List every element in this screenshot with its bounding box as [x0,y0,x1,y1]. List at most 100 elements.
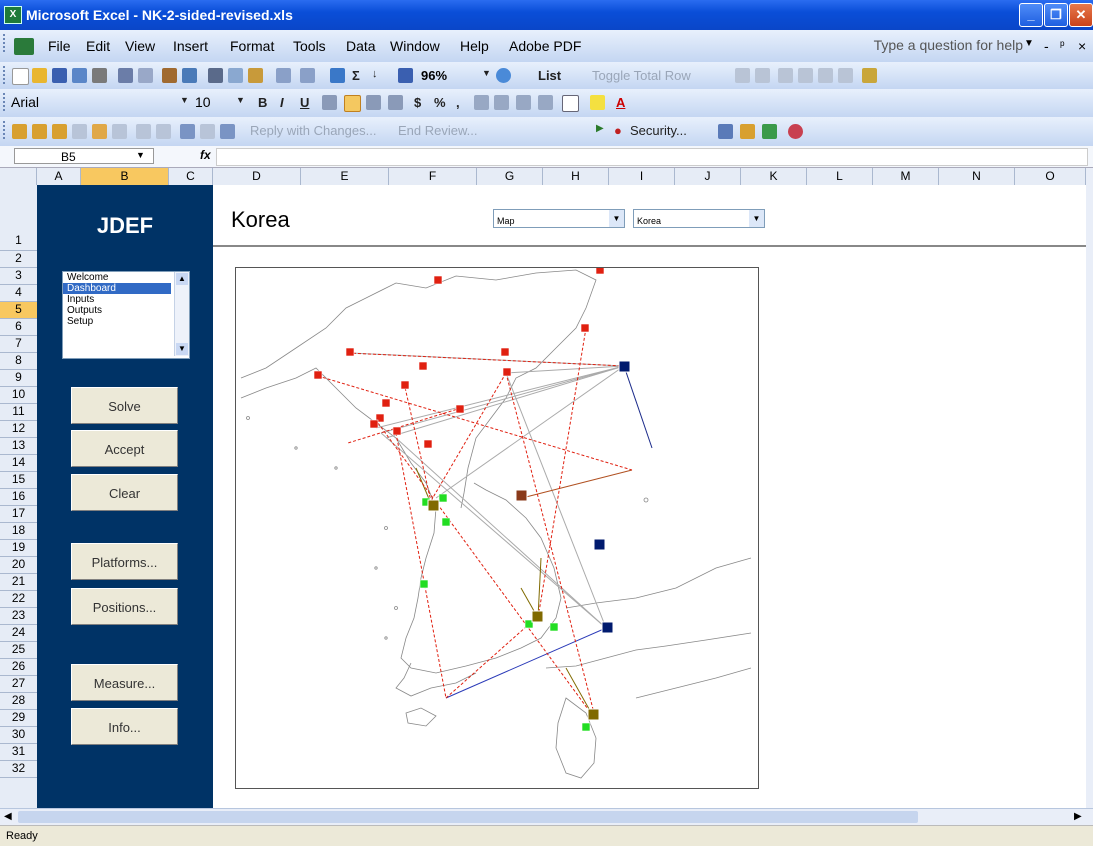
tools-icon-4[interactable] [788,124,803,139]
tools-icon-2[interactable] [740,124,755,139]
excel-app-icon[interactable]: X [4,6,22,24]
open-icon[interactable] [32,68,47,83]
security-button[interactable]: Security... [630,123,687,138]
review-icon-5[interactable] [92,124,107,139]
row-header[interactable]: 22 [0,591,37,608]
review-icon-8[interactable] [156,124,171,139]
col-header[interactable]: J [675,168,741,185]
col-header[interactable]: A [37,168,81,185]
tools-icon-3[interactable] [762,124,777,139]
decrease-decimal-icon[interactable] [494,95,509,110]
doc-close-button[interactable]: × [1078,38,1086,54]
font-size-dropdown-icon[interactable]: ▼ [236,95,245,105]
site-marker[interactable] [381,398,391,408]
tools-icon-1[interactable] [718,124,733,139]
align-left-icon[interactable] [322,95,337,110]
help-dropdown-icon[interactable]: ▼ [1024,38,1034,49]
site-marker[interactable] [595,265,605,275]
site-marker[interactable] [392,426,402,436]
col-header[interactable]: K [741,168,807,185]
toggle-total-row-button[interactable]: Toggle Total Row [592,68,691,83]
row-header[interactable]: 18 [0,523,37,540]
list-tool-icon-1[interactable] [735,68,750,83]
decrease-indent-icon[interactable] [516,95,531,110]
col-header[interactable]: C [169,168,213,185]
paste-icon[interactable] [248,68,263,83]
nav-item-welcome[interactable]: Welcome [63,272,171,283]
spelling-icon[interactable] [162,68,177,83]
positions-button[interactable]: Positions... [71,588,178,625]
menu-file[interactable]: File [48,38,71,54]
email-icon[interactable] [92,68,107,83]
row-header[interactable]: 13 [0,438,37,455]
site-marker[interactable] [423,439,433,449]
site-marker[interactable] [549,622,559,632]
site-marker[interactable] [601,621,614,634]
site-marker[interactable] [531,610,544,623]
print-preview-icon[interactable] [138,68,153,83]
doc-restore-button[interactable]: ᵖ [1060,38,1065,52]
row-header[interactable]: 28 [0,693,37,710]
review-icon-4[interactable] [72,124,87,139]
close-button[interactable]: ✕ [1069,3,1093,27]
workbook-icon[interactable] [14,38,34,55]
site-marker[interactable] [587,708,600,721]
row-header[interactable]: 29 [0,710,37,727]
menu-tools[interactable]: Tools [293,38,326,54]
menu-edit[interactable]: Edit [86,38,110,54]
row-header[interactable]: 14 [0,455,37,472]
col-header[interactable]: F [389,168,477,185]
help-search-box[interactable]: Type a question for help [874,37,1023,53]
row-header[interactable]: 21 [0,574,37,591]
korea-map[interactable] [235,265,759,789]
review-icon-11[interactable] [220,124,235,139]
row-header[interactable]: 17 [0,506,37,523]
row-header[interactable]: 31 [0,744,37,761]
name-box[interactable]: B5 [14,148,154,164]
row-header[interactable]: 32 [0,761,37,778]
list-button[interactable]: List [538,68,561,83]
list-tool-icon-4[interactable] [798,68,813,83]
col-header[interactable]: I [609,168,675,185]
review-icon-10[interactable] [200,124,215,139]
row-header[interactable]: 5 [0,302,37,319]
underline-icon[interactable]: U [300,95,309,110]
row-header[interactable]: 11 [0,404,37,421]
hyperlink-icon[interactable] [330,68,345,83]
row-header[interactable]: 4 [0,285,37,302]
end-review-button[interactable]: End Review... [398,123,478,138]
view-select[interactable]: Map ▼ [493,209,625,228]
comma-icon[interactable]: , [456,95,460,110]
percent-icon[interactable]: % [434,95,446,110]
row-header[interactable]: 30 [0,727,37,744]
row-header[interactable]: 26 [0,659,37,676]
region-select[interactable]: Korea ▼ [633,209,765,228]
scroll-left-icon[interactable]: ◀ [4,811,12,822]
col-header[interactable]: N [939,168,1015,185]
research-icon[interactable] [182,68,197,83]
restore-button[interactable]: ❐ [1044,3,1068,27]
row-header[interactable]: 2 [0,251,37,268]
site-marker[interactable] [593,538,606,551]
font-name-dropdown-icon[interactable]: ▼ [180,95,189,105]
row-header[interactable]: 12 [0,421,37,438]
site-marker[interactable] [369,419,379,429]
col-header[interactable]: E [301,168,389,185]
info-button[interactable]: Info... [71,708,178,745]
menu-window[interactable]: Window [390,38,440,54]
row-header[interactable]: 20 [0,557,37,574]
row-header[interactable]: 24 [0,625,37,642]
chevron-down-icon[interactable]: ▼ [609,210,624,227]
review-icon-2[interactable] [32,124,47,139]
col-header[interactable]: O [1015,168,1086,185]
help-icon[interactable] [496,68,511,83]
site-marker[interactable] [500,347,510,357]
increase-decimal-icon[interactable] [474,95,489,110]
sort-ascending-icon[interactable]: ↓ [372,68,378,80]
row-header[interactable]: 6 [0,319,37,336]
site-marker[interactable] [313,370,323,380]
font-name-combo[interactable]: Arial [8,93,168,112]
menu-help[interactable]: Help [460,38,489,54]
list-tool-icon-7[interactable] [862,68,877,83]
col-header[interactable]: H [543,168,609,185]
